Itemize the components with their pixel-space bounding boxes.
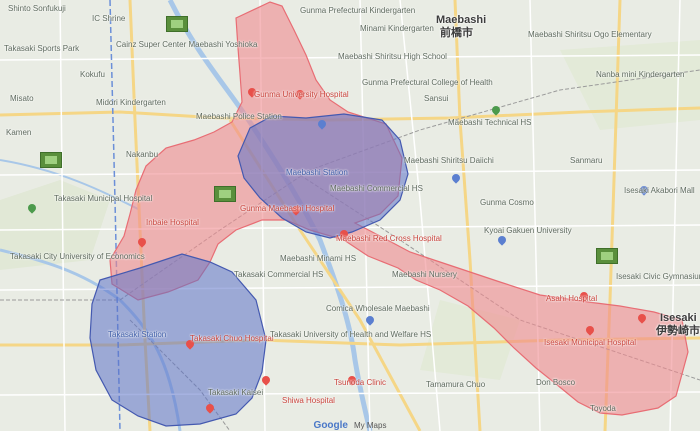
map-label: Takasaki University of Health and Welfar…: [270, 330, 432, 339]
map-label: Takasaki Sports Park: [4, 44, 80, 53]
map-label: Maebashi Technical HS: [448, 118, 532, 127]
map-label: Isesaki Municipal Hospital: [544, 338, 637, 347]
map-label: Maebashi Commercial HS: [330, 184, 423, 193]
map-label: Takasaki Kaisei: [208, 388, 264, 397]
map-label: Tsunoda Clinic: [334, 378, 387, 387]
map-label: 前橋市: [440, 27, 473, 39]
park-icon: [596, 248, 618, 264]
map-label: Takasaki Station: [108, 330, 167, 339]
map-label: Kyoai Gakuen University: [484, 226, 572, 235]
map-label: Takasaki Commercial HS: [234, 270, 324, 279]
map-label: Takasaki Chuo Hospital: [190, 334, 274, 343]
map-label: Maebashi Shiritsu Ogo Elementary: [528, 30, 652, 39]
map-label: Toyoda: [590, 404, 616, 413]
map-label: Shinto Sonfukuji: [8, 4, 66, 13]
map-label: Midori Kindergarten: [96, 98, 166, 107]
map-label: Maebashi Shiritsu Daiichi: [404, 156, 494, 165]
map-label: Sansui: [424, 94, 449, 103]
map-label: Gunma Maebashi Hospital: [240, 204, 335, 213]
google-logo: Google: [313, 419, 348, 431]
map-label: IC Shrine: [92, 14, 126, 23]
park-icon: [40, 152, 62, 168]
map-label: Maebashi Shiritsu High School: [338, 52, 447, 61]
map-label: Nanba mini Kindergarten: [596, 70, 685, 79]
map-label: Maebashi Station: [286, 168, 348, 177]
map-label: Maebashi Minami HS: [280, 254, 357, 263]
map-label: Gunma Prefectural College of Health: [362, 78, 493, 87]
map-label: Takasaki City University of Economics: [10, 252, 145, 261]
map-label: Maebashi: [436, 14, 487, 26]
my-maps-label: My Maps: [354, 420, 387, 430]
map-label: Gunma University Hospital: [254, 90, 349, 99]
map-label: Maebashi Red Cross Hospital: [336, 234, 442, 243]
map-label: Isesaki Akabori Mall: [624, 186, 695, 195]
map-label: Kokufu: [80, 70, 105, 79]
map-label: Inbaie Hospital: [146, 218, 199, 227]
map-label: Tamamura Chuo: [426, 380, 486, 389]
map-label: 伊勢崎市: [656, 325, 700, 337]
park-icon: [166, 16, 188, 32]
map-label: Don Bosco: [536, 378, 576, 387]
map-label: Misato: [10, 94, 34, 103]
map-label: Asahi Hospital: [546, 294, 598, 303]
map-label: Maebashi Nursery: [392, 270, 457, 279]
map-label: Kamen: [6, 128, 32, 137]
map-canvas[interactable]: Shinto Sonfukuji IC Shrine Maebashi 前橋市 …: [0, 0, 700, 431]
map-label: Sanmaru: [570, 156, 603, 165]
map-attribution: Google My Maps: [0, 419, 700, 431]
park-icon: [214, 186, 236, 202]
map-base-layer: [0, 0, 700, 431]
map-label: Cainz Super Center Maebashi Yoshioka: [116, 40, 258, 49]
map-label: Takasaki Municipal Hospital: [54, 194, 153, 203]
map-label: Minami Kindergarten: [360, 24, 434, 33]
map-label: Shiwa Hospital: [282, 396, 335, 405]
map-label: Gunma Cosmo: [480, 198, 534, 207]
map-label: Maebashi Police Station: [196, 112, 282, 121]
map-label: Comica Wholesale Maebashi: [326, 304, 430, 313]
map-label: Gunma Prefectural Kindergarten: [300, 6, 416, 15]
map-label: Nakanbu: [126, 150, 159, 159]
map-label: Isesaki: [660, 312, 697, 324]
map-label: Isesaki Civic Gymnasium: [616, 272, 700, 281]
